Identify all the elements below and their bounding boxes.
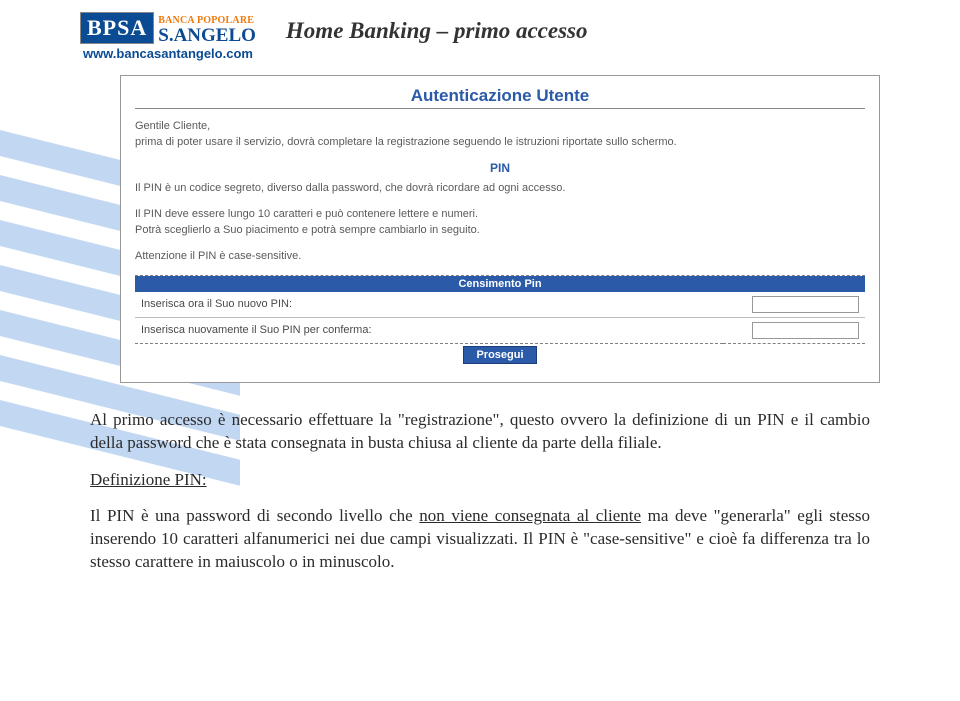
explanation-p2: Il PIN è una password di secondo livello… — [90, 505, 870, 574]
logo: BPSA BANCA POPOLARE S.ANGELO www.bancasa… — [80, 12, 256, 61]
pin-confirm-label: Inserisca nuovamente il Suo PIN per conf… — [135, 317, 723, 343]
proceed-button[interactable]: Prosegui — [463, 346, 536, 364]
explanation-text: Al primo accesso è necessario effettuare… — [90, 409, 870, 575]
greeting-line: Gentile Cliente, — [135, 120, 210, 132]
explanation-p1: Al primo accesso è necessario effettuare… — [90, 409, 870, 455]
page-title: Home Banking – primo accesso — [286, 18, 588, 44]
header: BPSA BANCA POPOLARE S.ANGELO www.bancasa… — [0, 0, 960, 61]
greeting-text: Gentile Cliente, prima di poter usare il… — [135, 119, 865, 151]
definition-label: Definizione PIN: — [90, 470, 207, 489]
censimento-bar: Censimento Pin — [135, 276, 865, 292]
pin-warning: Attenzione il PIN è case-sensitive. — [135, 249, 865, 265]
pin-desc: Il PIN è un codice segreto, diverso dall… — [135, 181, 865, 197]
p2-part-a: Il PIN è una password di secondo livello… — [90, 506, 419, 525]
pin-rule-1: Il PIN deve essere lungo 10 caratteri e … — [135, 208, 478, 220]
pin-confirm-input[interactable] — [752, 322, 859, 339]
p2-underlined: non viene consegnata al cliente — [419, 506, 641, 525]
bank-name: S.ANGELO — [158, 25, 256, 46]
pin-new-label: Inserisca ora il Suo nuovo PIN: — [135, 292, 723, 318]
intro-line: prima di poter usare il servizio, dovrà … — [135, 136, 677, 148]
auth-panel: Autenticazione Utente Gentile Cliente, p… — [120, 75, 880, 383]
panel-title: Autenticazione Utente — [135, 86, 865, 109]
bank-url: www.bancasantangelo.com — [83, 46, 253, 61]
pin-rule-2: Potrà sceglierlo a Suo piacimento e potr… — [135, 224, 480, 236]
pin-heading: PIN — [135, 161, 865, 175]
pin-new-input[interactable] — [752, 296, 859, 313]
pin-rules: Il PIN deve essere lungo 10 caratteri e … — [135, 207, 865, 239]
bpsa-badge: BPSA — [80, 12, 154, 44]
pin-form-table: Inserisca ora il Suo nuovo PIN: Inserisc… — [135, 292, 865, 344]
